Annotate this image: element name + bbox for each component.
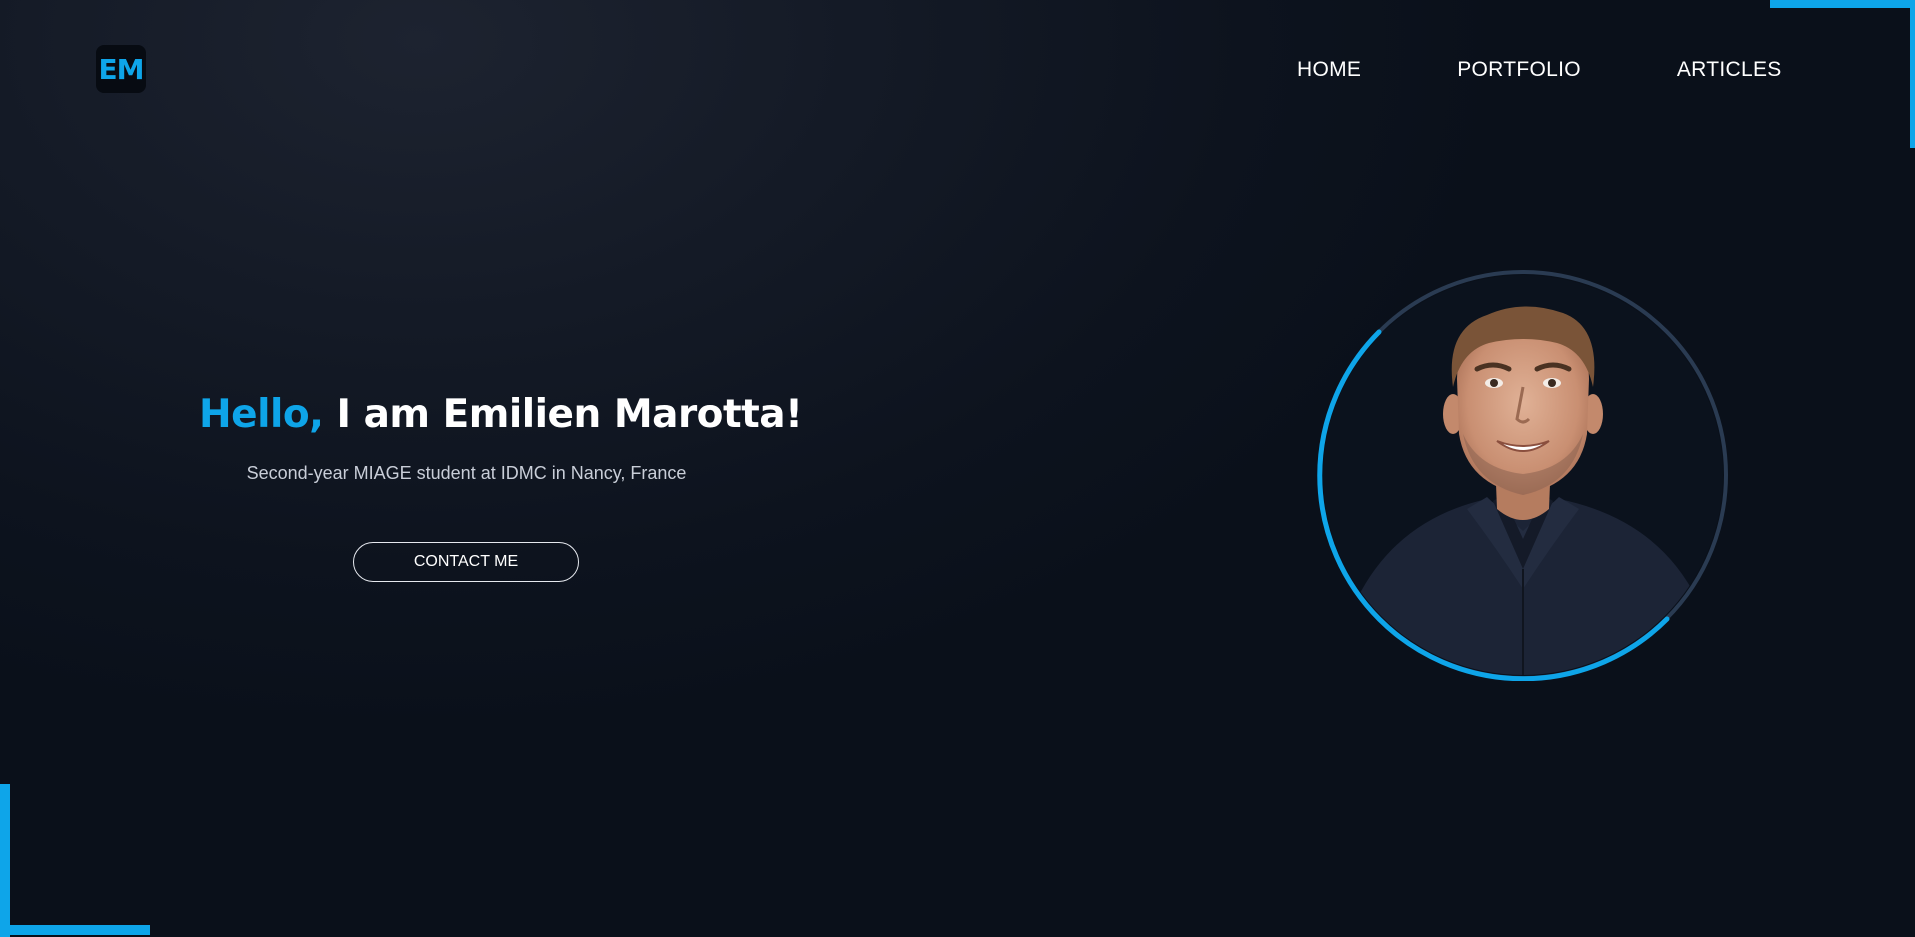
hero-headline: Hello, I am Emilien Marotta! <box>199 392 803 437</box>
logo-link[interactable]: EM <box>96 45 146 93</box>
hero-section: Hello, I am Emilien Marotta! Second-year… <box>199 392 803 484</box>
hero-greeting: Hello, <box>199 392 324 437</box>
logo-text: EM <box>98 52 145 86</box>
nav-item-articles[interactable]: ARTICLES <box>1677 58 1782 82</box>
landing-page: EM HOME PORTFOLIO ARTICLES Hello, I am E… <box>0 0 1915 937</box>
hero-name: I am Emilien Marotta! <box>336 392 803 437</box>
corner-accent-bottom-left-horizontal <box>0 925 150 935</box>
nav-item-portfolio[interactable]: PORTFOLIO <box>1457 58 1581 82</box>
corner-accent-top-right-horizontal <box>1770 0 1915 8</box>
profile-avatar <box>1317 269 1729 681</box>
contact-me-button[interactable]: CONTACT ME <box>353 542 579 582</box>
corner-accent-top-right-vertical <box>1910 0 1915 148</box>
hero-subtitle: Second-year MIAGE student at IDMC in Nan… <box>246 463 687 483</box>
nav-item-home[interactable]: HOME <box>1297 58 1361 82</box>
profile-photo-icon <box>1317 270 1728 681</box>
main-nav: HOME PORTFOLIO ARTICLES <box>1297 58 1782 82</box>
contact-me-label: CONTACT ME <box>413 553 519 570</box>
corner-accent-bottom-left-vertical <box>0 784 10 937</box>
